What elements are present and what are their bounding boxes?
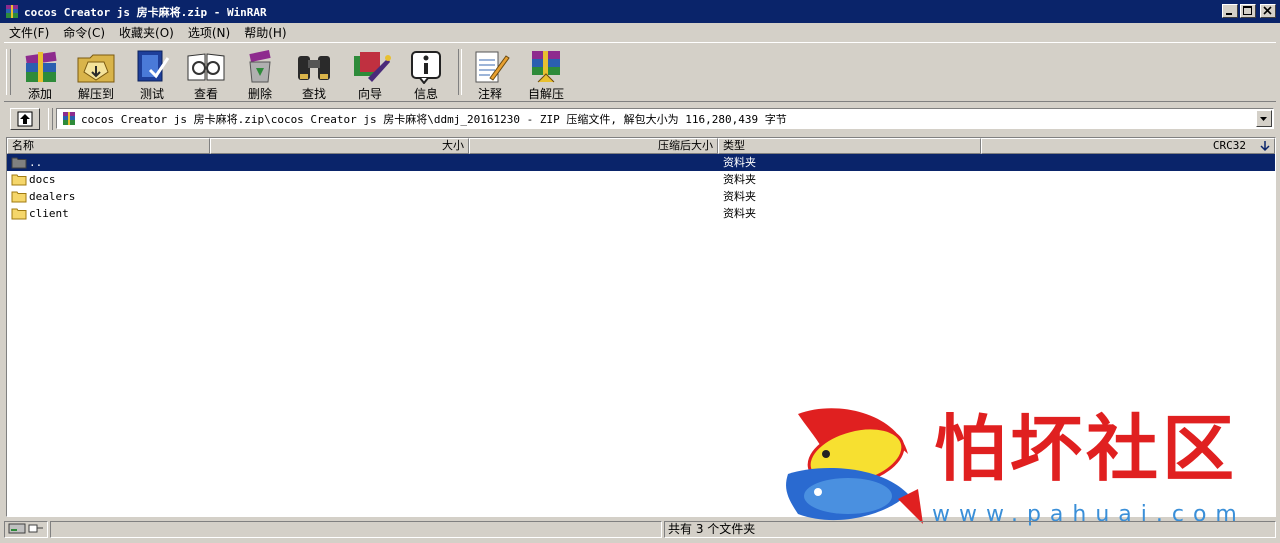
toolbar-grip[interactable] bbox=[6, 49, 11, 95]
find-label: 查找 bbox=[301, 87, 326, 101]
fish-logo-icon bbox=[786, 408, 923, 524]
menu-favorites[interactable]: 收藏夹(O) bbox=[110, 24, 179, 41]
delete-button[interactable]: 删除 bbox=[234, 48, 286, 101]
info-button[interactable]: 信息 bbox=[400, 48, 452, 101]
row-type: 资料夹 bbox=[723, 207, 756, 220]
watermark: 怕坏社区 www.pahuai.com bbox=[778, 404, 1258, 532]
maximize-icon bbox=[1243, 6, 1252, 15]
info-label: 信息 bbox=[413, 87, 438, 101]
list-item[interactable]: dealers 资料夹 bbox=[7, 188, 1275, 205]
close-button[interactable] bbox=[1260, 4, 1276, 18]
menu-file[interactable]: 文件(F) bbox=[0, 24, 54, 41]
delete-label: 删除 bbox=[247, 87, 272, 101]
folder-icon bbox=[11, 174, 27, 186]
test-label: 测试 bbox=[139, 87, 164, 101]
comment-label: 注释 bbox=[477, 87, 502, 101]
up-folder-button[interactable] bbox=[10, 108, 40, 130]
add-button[interactable]: 添加 bbox=[14, 48, 66, 101]
find-button[interactable]: 查找 bbox=[288, 48, 340, 101]
extract-folder-icon bbox=[77, 54, 115, 83]
row-name: client bbox=[29, 207, 69, 220]
sfx-label: 自解压 bbox=[527, 87, 564, 101]
binoculars-icon bbox=[298, 56, 330, 80]
archive-icon bbox=[63, 111, 75, 125]
view-book-icon bbox=[187, 53, 225, 81]
info-icon bbox=[411, 51, 441, 84]
minimize-button[interactable] bbox=[1222, 4, 1238, 18]
sfx-archive-icon bbox=[532, 51, 560, 83]
column-packed[interactable]: 压缩后大小 bbox=[469, 138, 718, 154]
add-label: 添加 bbox=[27, 87, 52, 101]
status-total: 共有 3 个文件夹 bbox=[664, 521, 1276, 538]
test-icon bbox=[137, 50, 170, 82]
folder-icon bbox=[11, 191, 27, 203]
status-total-text: 共有 3 个文件夹 bbox=[668, 522, 756, 536]
row-type: 资料夹 bbox=[723, 156, 756, 169]
window-title: cocos Creator js 房卡麻将.zip - WinRAR bbox=[24, 5, 267, 19]
row-name: docs bbox=[29, 173, 56, 186]
address-bar: cocos Creator js 房卡麻将.zip\cocos Creator … bbox=[4, 105, 1276, 132]
list-item[interactable]: docs 资料夹 bbox=[7, 171, 1275, 188]
toolbar-separator bbox=[458, 49, 462, 95]
watermark-title: 怕坏社区 bbox=[934, 406, 1239, 491]
extract-to-button[interactable]: 解压到 bbox=[70, 48, 122, 101]
list-item-parent[interactable]: .. 资料夹 bbox=[7, 154, 1275, 171]
view-label: 查看 bbox=[193, 87, 218, 101]
column-type[interactable]: 类型 bbox=[718, 138, 981, 154]
toolbar: 添加 解压到 测试 查看 删除 查找 向导 信息 注释 自解压 bbox=[4, 42, 1276, 102]
address-dropdown-button[interactable] bbox=[1256, 110, 1272, 127]
up-arrow-icon bbox=[17, 111, 33, 127]
address-field[interactable]: cocos Creator js 房卡麻将.zip\cocos Creator … bbox=[56, 108, 1274, 129]
add-archive-icon bbox=[25, 51, 57, 82]
drive-icon bbox=[8, 523, 43, 534]
status-selection-cell bbox=[50, 521, 662, 538]
menu-help[interactable]: 帮助(H) bbox=[235, 24, 291, 41]
list-item[interactable]: client 资料夹 bbox=[7, 205, 1275, 222]
menu-options[interactable]: 选项(N) bbox=[179, 24, 235, 41]
view-button[interactable]: 查看 bbox=[180, 48, 232, 101]
status-bar: 共有 3 个文件夹 bbox=[4, 519, 1276, 539]
column-size[interactable]: 大小 bbox=[210, 138, 469, 154]
chevron-down-icon bbox=[1260, 117, 1267, 121]
column-header: 名称 大小 压缩后大小 类型 CRC32 bbox=[7, 138, 1275, 154]
row-name: .. bbox=[29, 156, 43, 169]
close-icon bbox=[1263, 6, 1272, 15]
address-grip bbox=[48, 108, 53, 130]
comment-notepad-icon bbox=[475, 51, 510, 83]
menu-commands[interactable]: 命令(C) bbox=[54, 24, 110, 41]
column-crc[interactable]: CRC32 bbox=[981, 138, 1275, 154]
address-path: cocos Creator js 房卡麻将.zip\cocos Creator … bbox=[81, 112, 787, 126]
menu-bar: 文件(F) 命令(C) 收藏夹(O) 选项(N) 帮助(H) bbox=[0, 23, 1280, 41]
column-crc-label: CRC32 bbox=[1212, 139, 1246, 152]
winrar-logo-icon bbox=[6, 4, 18, 18]
wizard-label: 向导 bbox=[357, 87, 382, 101]
row-type: 资料夹 bbox=[723, 173, 756, 186]
extract-to-label: 解压到 bbox=[77, 87, 114, 101]
comment-button[interactable]: 注释 bbox=[464, 48, 516, 101]
sort-arrow-down-icon bbox=[1260, 141, 1270, 152]
column-name[interactable]: 名称 bbox=[7, 138, 210, 154]
minimize-icon bbox=[1226, 13, 1232, 15]
folder-icon bbox=[11, 208, 27, 220]
status-drive-cell bbox=[4, 521, 48, 538]
delete-recycle-icon bbox=[249, 50, 271, 83]
row-name: dealers bbox=[29, 190, 76, 203]
wizard-icon bbox=[354, 52, 391, 82]
sfx-button[interactable]: 自解压 bbox=[520, 48, 572, 101]
title-bar: cocos Creator js 房卡麻将.zip - WinRAR bbox=[0, 0, 1280, 23]
parent-folder-icon bbox=[11, 157, 27, 169]
test-button[interactable]: 测试 bbox=[126, 48, 178, 101]
maximize-button[interactable] bbox=[1240, 4, 1256, 18]
wizard-button[interactable]: 向导 bbox=[344, 48, 396, 101]
row-type: 资料夹 bbox=[723, 190, 756, 203]
